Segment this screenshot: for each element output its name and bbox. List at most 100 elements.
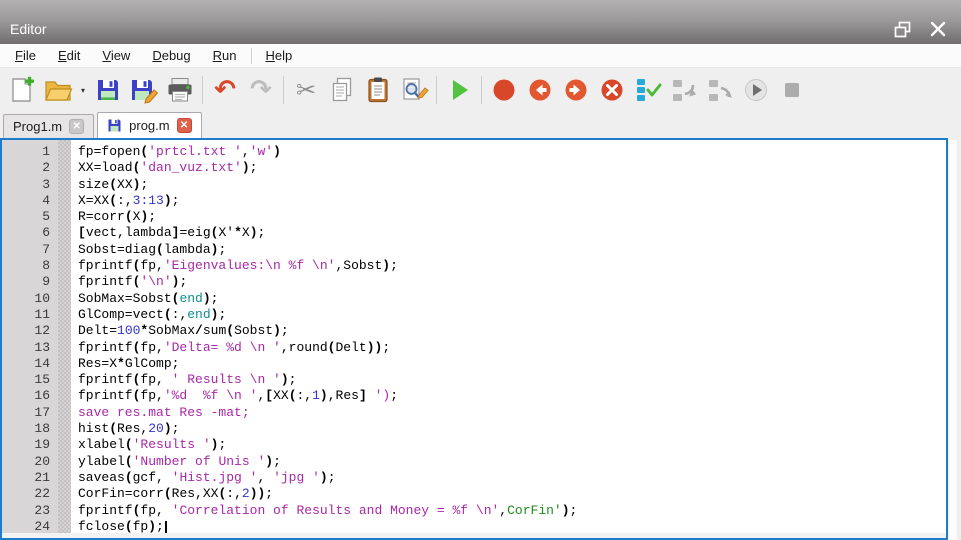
code-line: XX=load('dan_vuz.txt'); <box>78 160 946 176</box>
line-number[interactable]: 1 <box>2 144 50 160</box>
step-forward-button[interactable] <box>558 72 594 108</box>
code-token: ( <box>109 177 117 192</box>
line-number[interactable]: 19 <box>2 437 50 453</box>
code-line: fprintf(fp,'%d %f \n ',[XX(:,1),Res] '); <box>78 388 946 404</box>
code-editor[interactable]: 123456789101112131415161718192021222324 … <box>0 138 948 540</box>
save-button[interactable] <box>90 72 126 108</box>
line-number-gutter[interactable]: 123456789101112131415161718192021222324 <box>2 140 58 538</box>
code-token: SobMax <box>148 323 195 338</box>
code-token: ; <box>156 519 164 534</box>
line-number[interactable]: 8 <box>2 258 50 274</box>
line-number[interactable]: 16 <box>2 388 50 404</box>
code-token: ( <box>164 486 172 501</box>
save-as-button[interactable] <box>126 72 162 108</box>
toolbar-separator <box>436 76 437 104</box>
continue-play-icon <box>742 76 770 104</box>
line-number[interactable]: 15 <box>2 372 50 388</box>
horizontal-scrollbar[interactable] <box>2 533 946 538</box>
menu-item-run[interactable]: Run <box>202 45 248 66</box>
code-token: 20 <box>148 421 164 436</box>
record-breakpoint-button[interactable] <box>486 72 522 108</box>
menu-item-debug[interactable]: Debug <box>141 45 201 66</box>
line-number[interactable]: 11 <box>2 307 50 323</box>
line-number[interactable]: 13 <box>2 340 50 356</box>
line-number[interactable]: 17 <box>2 405 50 421</box>
stop-debug-button[interactable] <box>774 72 810 108</box>
code-token: ,Sobst <box>335 258 382 273</box>
vertical-scrollbar[interactable] <box>949 140 957 540</box>
line-number[interactable]: 21 <box>2 470 50 486</box>
undo-button[interactable]: ↶ <box>207 72 243 108</box>
line-number[interactable]: 4 <box>2 193 50 209</box>
line-number[interactable]: 6 <box>2 225 50 241</box>
toolbar-separator <box>202 76 203 104</box>
code-line: [vect,lambda]=eig(X'*X); <box>78 225 946 241</box>
code-text-area[interactable]: fp=fopen('prtcl.txt ','w')XX=load('dan_v… <box>71 140 946 538</box>
code-token: 3:13 <box>133 193 164 208</box>
code-token: [ <box>78 225 86 240</box>
close-icon[interactable]: ✕ <box>177 118 192 133</box>
code-token: fprintf <box>78 258 133 273</box>
code-line: R=corr(X); <box>78 209 946 225</box>
tab-bar: Prog1.m ✕ prog.m ✕ <box>0 112 961 138</box>
print-button[interactable] <box>162 72 198 108</box>
step-back-button[interactable] <box>522 72 558 108</box>
code-token <box>367 388 375 403</box>
line-number[interactable]: 2 <box>2 160 50 176</box>
code-token: saveas <box>78 470 125 485</box>
line-number[interactable]: 10 <box>2 291 50 307</box>
continue-button[interactable] <box>738 72 774 108</box>
line-number[interactable]: 9 <box>2 274 50 290</box>
remove-breakpoints-button[interactable] <box>594 72 630 108</box>
find-replace-button[interactable] <box>396 72 432 108</box>
menu-item-help[interactable]: Help <box>255 45 304 66</box>
line-number[interactable]: 18 <box>2 421 50 437</box>
open-folder-button[interactable] <box>40 72 76 108</box>
line-number[interactable]: 12 <box>2 323 50 339</box>
code-token: X <box>242 225 250 240</box>
code-token: :, <box>117 193 133 208</box>
arrow-right-icon <box>562 76 590 104</box>
open-dropdown-button[interactable]: ▾ <box>76 72 90 108</box>
new-file-icon <box>8 76 36 104</box>
close-icon[interactable] <box>925 17 951 41</box>
code-token: xlabel <box>78 437 125 452</box>
code-token: GlComp=vect <box>78 307 164 322</box>
fold-margin[interactable] <box>58 140 71 538</box>
line-number[interactable]: 22 <box>2 486 50 502</box>
code-token: 1 <box>312 388 320 403</box>
redo-button[interactable]: ↷ <box>243 72 279 108</box>
code-token: '\n' <box>140 274 171 289</box>
step-over-button[interactable] <box>666 72 702 108</box>
line-number[interactable]: 3 <box>2 177 50 193</box>
line-number[interactable]: 20 <box>2 454 50 470</box>
menu-item-file[interactable]: File <box>4 45 47 66</box>
line-number[interactable]: 23 <box>2 503 50 519</box>
run-button[interactable] <box>441 72 477 108</box>
tab-prog[interactable]: prog.m ✕ <box>97 112 201 138</box>
code-line: Sobst=diag(lambda); <box>78 242 946 258</box>
toggle-breakpoints-button[interactable] <box>630 72 666 108</box>
float-icon[interactable] <box>889 17 915 41</box>
code-token: '%d %f \n ' <box>164 388 258 403</box>
copy-button[interactable] <box>324 72 360 108</box>
tab-prog1[interactable]: Prog1.m ✕ <box>3 114 94 138</box>
cut-button[interactable]: ✂ <box>288 72 324 108</box>
line-number[interactable]: 14 <box>2 356 50 372</box>
code-line: fprintf(fp, ' Results \n '); <box>78 372 946 388</box>
close-icon[interactable]: ✕ <box>69 119 84 134</box>
code-token: [ <box>265 388 273 403</box>
step-out-button[interactable] <box>702 72 738 108</box>
code-token: Sobst <box>234 323 273 338</box>
line-number[interactable]: 7 <box>2 242 50 258</box>
code-token: vect,lambda <box>86 225 172 240</box>
menu-item-view[interactable]: View <box>91 45 141 66</box>
new-file-button[interactable] <box>4 72 40 108</box>
code-token: ; <box>250 160 258 175</box>
cut-icon: ✂ <box>296 76 316 104</box>
line-number[interactable]: 5 <box>2 209 50 225</box>
paste-button[interactable] <box>360 72 396 108</box>
menu-item-edit[interactable]: Edit <box>47 45 91 66</box>
code-token: ( <box>156 242 164 257</box>
code-line: CorFin=corr(Res,XX(:,2)); <box>78 486 946 502</box>
